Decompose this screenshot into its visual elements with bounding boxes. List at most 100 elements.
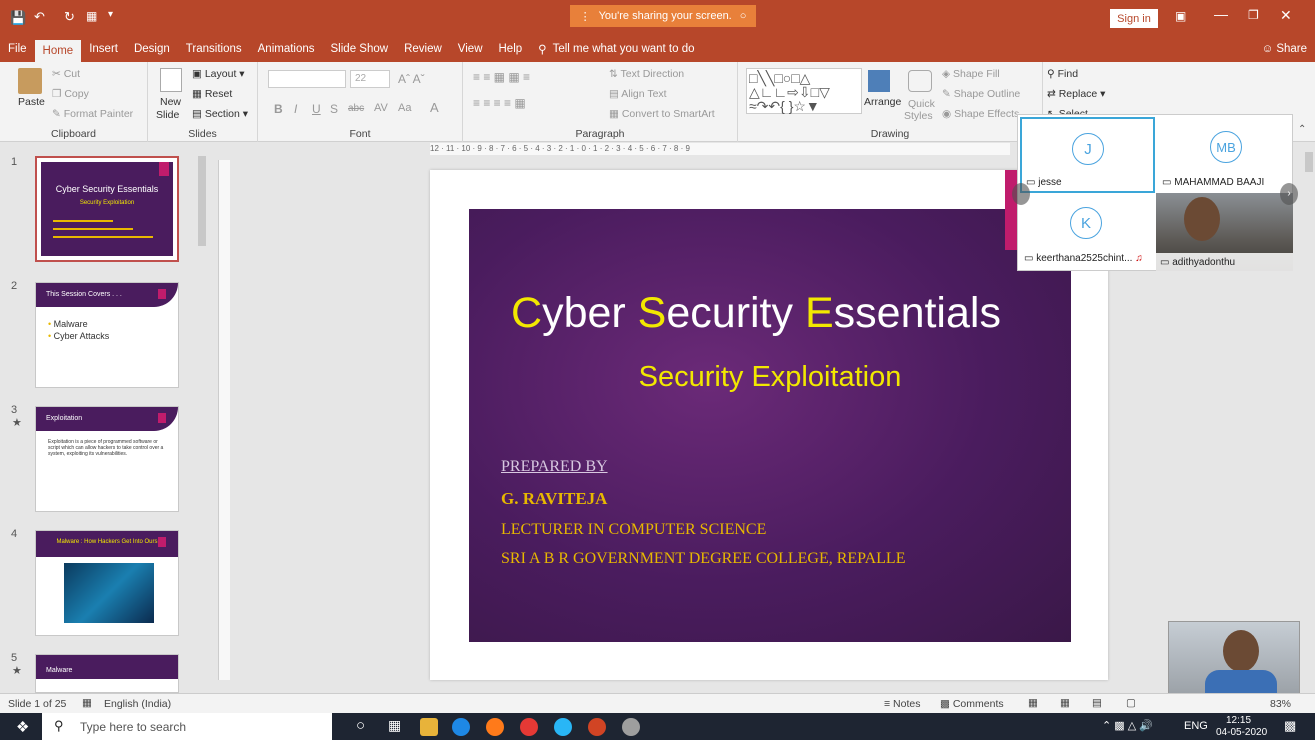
present-icon[interactable]: ▦ [86,9,97,23]
shapes-gallery[interactable]: □╲╲□○□△ △∟∟⇨⇩□▽ ≈↷↶{ }☆▼ [746,68,862,114]
participant-tile-jesse[interactable]: J ▭ jesse [1020,117,1155,193]
reading-view-icon[interactable]: ▤ [1092,697,1102,709]
paste-button[interactable]: Paste [18,96,45,108]
chrome-icon[interactable] [520,718,538,736]
notification-icon[interactable]: ▩ [1284,718,1296,734]
underline-icon[interactable]: U [312,102,321,116]
slide-scroll-thumb[interactable] [1305,152,1313,172]
tab-review[interactable]: Review [396,36,450,62]
powerpoint-icon[interactable] [588,718,606,736]
minimize-icon[interactable]: — [1214,6,1228,22]
paint-icon[interactable] [622,718,640,736]
edge-icon[interactable] [452,718,470,736]
firefox-icon[interactable] [486,718,504,736]
new-slide-button[interactable]: New [160,96,181,108]
tab-animations[interactable]: Animations [250,36,323,62]
redo-icon[interactable]: ↻ [64,9,75,25]
close-icon[interactable]: ✕ [1280,7,1292,24]
input-language[interactable]: ENG [1184,720,1208,732]
slide-thumbnail-1[interactable]: Cyber Security Essentials Security Explo… [35,156,179,262]
align-icons[interactable]: ≡ ≡ ≡ ≡ ▦ [473,96,526,110]
slide-scrollbar[interactable] [1303,142,1315,693]
quick-styles-button[interactable]: Quick [908,98,935,110]
replace-button[interactable]: ⇄ Replace ▾ [1047,88,1105,100]
quick-styles-button-line2[interactable]: Styles [904,110,933,122]
slide-thumbnail-3[interactable]: Exploitation Exploitation is a piece of … [35,406,179,512]
slide-sorter-icon[interactable]: ▦ [1060,697,1070,709]
self-video-preview[interactable] [1168,621,1300,699]
prev-page-button[interactable] [1012,183,1030,205]
main-slide[interactable]: Cyber Security Essentials Security Explo… [469,209,1071,642]
quick-styles-icon[interactable] [908,70,932,92]
cut-button[interactable]: ✂ Cut [52,68,80,80]
format-painter-button[interactable]: ✎ Format Painter [52,108,133,120]
clock-date[interactable]: 04-05-2020 [1216,727,1267,738]
slide-thumbnail-2[interactable]: This Session Covers . . . • Malware • Cy… [35,282,179,388]
italic-icon[interactable]: I [294,102,297,116]
tab-home[interactable]: Home [34,40,82,62]
ribbon-display-icon[interactable]: ▣ [1175,9,1186,23]
windows-start-icon[interactable]: ❖ [16,718,29,736]
find-button[interactable]: ⚲ Find [1047,68,1078,80]
shape-fill-button[interactable]: ◈ Shape Fill [942,68,1000,80]
arrange-button[interactable]: Arrange [864,96,901,108]
search-box[interactable]: ⚲ Type here to search [42,713,332,740]
tab-transitions[interactable]: Transitions [178,36,250,62]
tab-insert[interactable]: Insert [81,36,126,62]
arrange-icon[interactable] [868,70,890,92]
tab-file[interactable]: File [0,36,35,62]
convert-smartart-button[interactable]: ▦ Convert to SmartArt [609,108,715,120]
next-page-button[interactable]: › [1280,183,1298,205]
maximize-icon[interactable]: ❐ [1248,8,1259,22]
sign-in-button[interactable]: Sign in [1110,9,1158,28]
bullets-icon[interactable]: ≡ ≡ ▦ ▦ ≡ [473,70,530,84]
normal-view-icon[interactable]: ▦ [1028,697,1038,709]
undo-icon[interactable]: ↶ [34,9,45,25]
font-grow-icon[interactable]: Aˆ Aˇ [398,72,425,86]
section-button[interactable]: ▤ Section ▾ [192,108,248,120]
slide-thumbnail-4[interactable]: Malware : How Hackers Get Into Ours [35,530,179,636]
shape-outline-button[interactable]: ✎ Shape Outline [942,88,1020,100]
collapse-ribbon-icon[interactable]: ⌃ [1298,124,1306,135]
font-size-select[interactable]: 22 [350,70,390,88]
font-name-select[interactable] [268,70,346,88]
shape-effects-button[interactable]: ◉ Shape Effects [942,108,1019,120]
slide-thumbnail-5[interactable]: Malware [35,654,179,693]
participant-tile-mahammad[interactable]: MB ▭ MAHAMMAD BAAJI [1158,117,1292,193]
bold-icon[interactable]: B [274,102,283,116]
font-color-icon[interactable]: A [430,100,439,115]
file-explorer-icon[interactable] [420,718,438,736]
char-spacing-icon[interactable]: AV [374,102,388,114]
slideshow-icon[interactable]: ▢ [1126,697,1136,709]
share-button[interactable]: ☺ Share [1254,36,1315,62]
participant-tile-adithya[interactable]: ▭ adithyadonthu [1156,193,1293,271]
text-direction-button[interactable]: ⇅ Text Direction [609,68,684,80]
app-icon[interactable] [554,718,572,736]
system-tray-icons[interactable]: ⌃ ▩ △ 🔊 [1102,719,1153,732]
tab-view[interactable]: View [450,36,491,62]
paste-icon[interactable] [18,68,42,94]
new-slide-icon[interactable] [160,68,182,92]
copy-button[interactable]: ❐ Copy [52,88,89,100]
tab-help[interactable]: Help [491,36,531,62]
cortana-icon[interactable]: ○ [356,717,365,734]
change-case-icon[interactable]: Aa [398,102,411,114]
spellcheck-icon[interactable]: ▦ [82,697,92,709]
shadow-icon[interactable]: S [330,102,338,116]
language[interactable]: English (India) [104,698,171,710]
clock-time[interactable]: 12:15 [1226,715,1251,726]
new-slide-button-line2[interactable]: Slide [156,109,179,121]
thumb-scrollbar[interactable] [196,142,208,687]
screen-sharing-banner[interactable]: ⋮ You're sharing your screen. ○ [570,5,756,27]
reset-button[interactable]: ▦ Reset [192,88,232,100]
participant-tile-keerthana[interactable]: K ▭ keerthana2525chint... ♫ [1020,195,1155,271]
layout-button[interactable]: ▣ Layout ▾ [192,68,245,80]
align-text-button[interactable]: ▤ Align Text [609,88,667,100]
customize-toolbar-icon[interactable]: ▾ [108,9,113,20]
save-icon[interactable]: 💾 [10,10,26,26]
comments-button[interactable]: ▩ Comments [940,698,1004,710]
tell-me-box[interactable]: ⚲ Tell me what you want to do [530,36,702,62]
thumb-scroll-thumb[interactable] [198,156,206,246]
task-view-icon[interactable]: ▦ [388,717,401,734]
tab-slide-show[interactable]: Slide Show [323,36,397,62]
